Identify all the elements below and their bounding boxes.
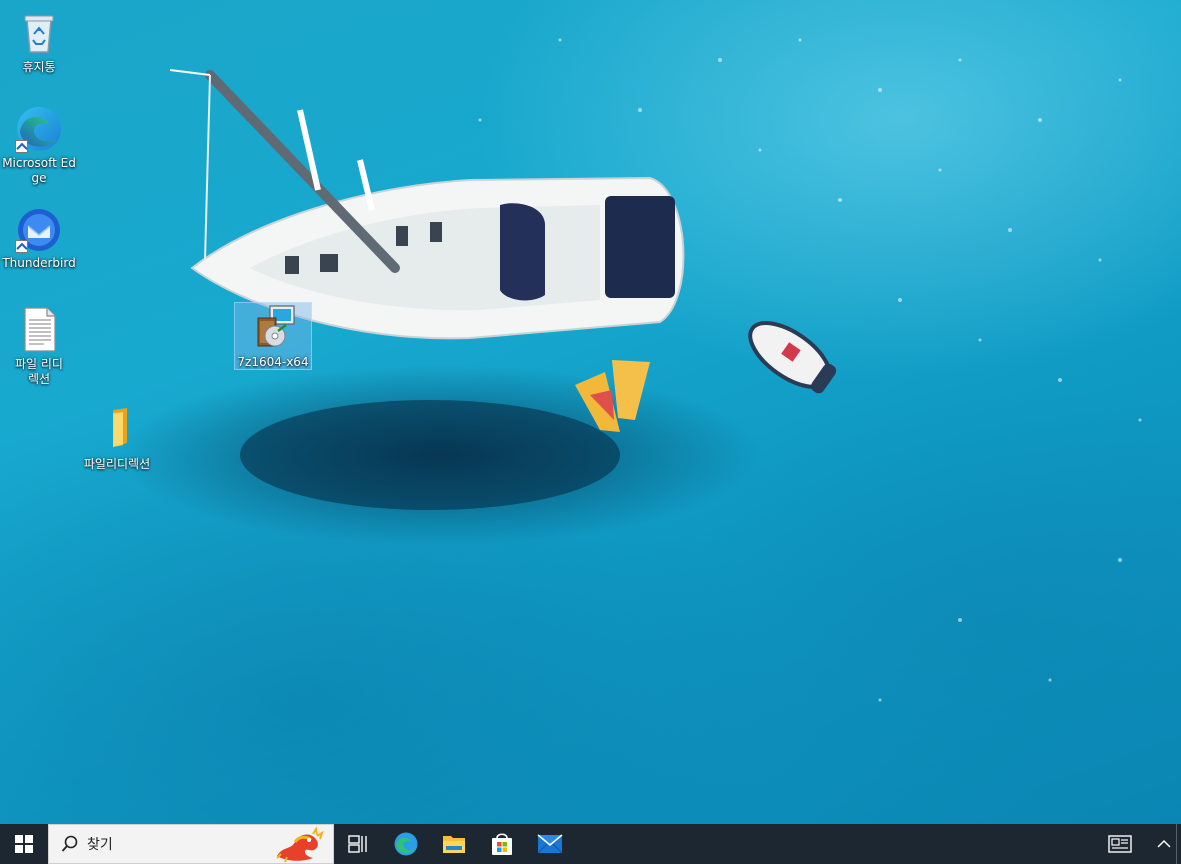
microsoft-edge-desktop-icon[interactable]: Microsoft Edge: [1, 104, 77, 186]
file-redirection-document-icon[interactable]: 파일 리디렉션: [1, 305, 77, 387]
taskbar-store-button[interactable]: [478, 824, 526, 864]
news-icon: [1108, 835, 1132, 853]
edge-icon: [394, 832, 418, 856]
recycle-bin-icon: [14, 8, 64, 58]
installer-package-icon: [248, 303, 298, 353]
taskbar-search-box[interactable]: 찾기: [48, 824, 334, 864]
shortcut-arrow-icon: [15, 140, 28, 153]
file-explorer-icon: [443, 836, 465, 853]
taskbar-file-explorer-button[interactable]: [430, 824, 478, 864]
folder-icon: [92, 405, 142, 455]
show-desktop-strip[interactable]: [1176, 824, 1179, 864]
7z-installer-desktop-icon[interactable]: 7z1604-x64: [234, 302, 312, 370]
text-document-icon: [14, 305, 64, 355]
mail-icon: [537, 834, 563, 854]
taskbar: 찾기: [0, 824, 1181, 864]
file-redirection-document-label: 파일 리디렉션: [15, 357, 63, 386]
task-view-button[interactable]: [334, 824, 382, 864]
7z-installer-label: 7z1604-x64: [237, 355, 309, 369]
shortcut-arrow-icon: [15, 240, 28, 253]
thunderbird-label: Thunderbird: [2, 256, 76, 270]
microsoft-store-icon: [492, 833, 512, 855]
file-redirection-folder-icon[interactable]: 파일리디렉션: [79, 405, 155, 472]
show-hidden-icons-button[interactable]: [1150, 824, 1178, 864]
recycle-bin-label: 휴지통: [22, 60, 56, 74]
recycle-bin-desktop-icon[interactable]: 휴지통: [1, 8, 77, 75]
start-button[interactable]: [0, 824, 48, 864]
edge-icon: [14, 104, 64, 154]
thunderbird-icon: [14, 204, 64, 254]
wallpaper-image: [169, 38, 1142, 702]
taskbar-edge-button[interactable]: [382, 824, 430, 864]
desktop-background[interactable]: 휴지통 Microsoft Edge Thunderbird 파일 리디렉션 파…: [0, 0, 1181, 824]
search-icon: [61, 835, 78, 852]
chevron-up-icon: [1157, 839, 1171, 848]
microsoft-edge-label: Microsoft Edge: [2, 156, 76, 185]
task-view-icon: [348, 835, 367, 853]
windows-logo-icon: [15, 835, 33, 853]
news-widget-button[interactable]: [1098, 824, 1142, 864]
search-placeholder: 찾기: [87, 837, 113, 853]
thunderbird-desktop-icon[interactable]: Thunderbird: [1, 204, 77, 271]
file-redirection-folder-label: 파일리디렉션: [83, 457, 151, 471]
taskbar-mail-button[interactable]: [526, 824, 574, 864]
dragon-search-highlight-icon: [276, 826, 324, 863]
